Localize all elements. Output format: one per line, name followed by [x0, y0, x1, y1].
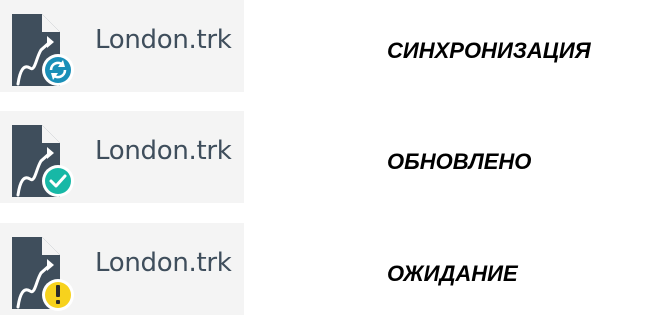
- track-file-icon: [12, 13, 74, 86]
- track-file-icon: [12, 236, 74, 311]
- file-entry[interactable]: London.trk: [0, 223, 244, 315]
- status-label: ОБНОВЛЕНО: [387, 149, 532, 174]
- status-label: СИНХРОНИЗАЦИЯ: [387, 38, 591, 63]
- sync-icon: [45, 57, 71, 83]
- check-icon: [45, 168, 71, 194]
- file-name: London.trk: [95, 25, 232, 55]
- file-name: London.trk: [95, 136, 232, 166]
- file-status-row-syncing: London.trk СИНХРОНИЗАЦИЯ: [0, 0, 669, 92]
- file-name: London.trk: [95, 248, 232, 278]
- file-entry[interactable]: London.trk: [0, 111, 244, 203]
- file-entry[interactable]: London.trk: [0, 0, 244, 92]
- file-status-row-pending: London.trk ОЖИДАНИЕ: [0, 223, 669, 315]
- exclamation-icon: [45, 282, 71, 308]
- file-status-row-updated: London.trk ОБНОВЛЕНО: [0, 111, 669, 203]
- track-file-icon: [12, 124, 74, 197]
- status-label: ОЖИДАНИЕ: [387, 261, 518, 286]
